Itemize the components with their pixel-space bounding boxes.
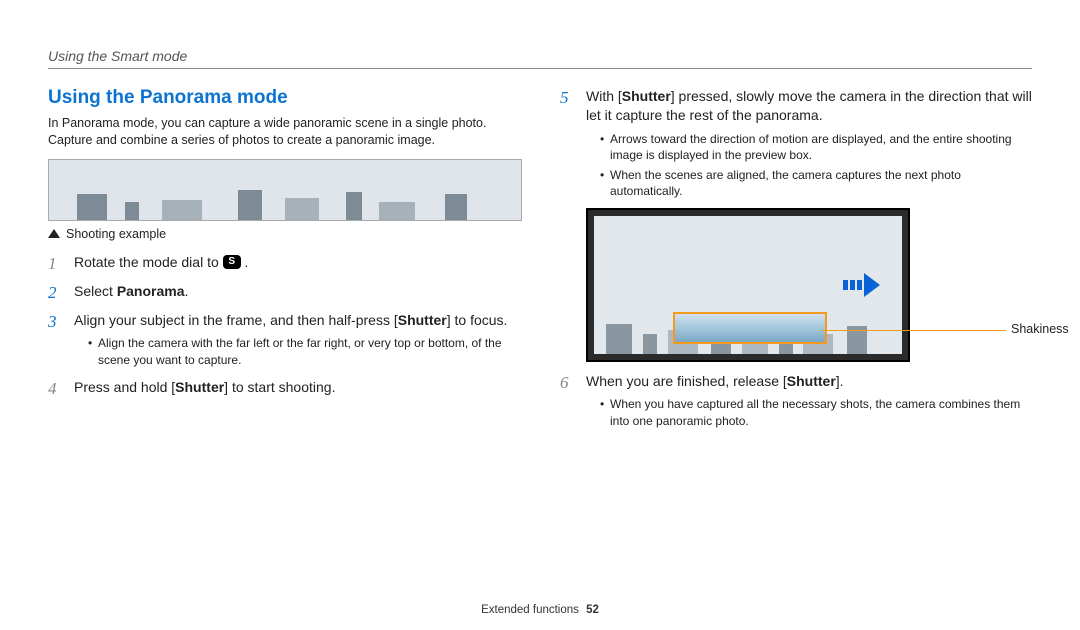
sub-bullet: When the scenes are aligned, the camera … bbox=[600, 167, 1032, 199]
steps-right: 5 With [Shutter] pressed, slowly move th… bbox=[560, 87, 1032, 429]
step-3: 3 Align your subject in the frame, and t… bbox=[48, 311, 520, 368]
caret-up-icon bbox=[48, 229, 60, 238]
step-number: 1 bbox=[48, 253, 57, 276]
skyline bbox=[49, 186, 521, 220]
intro-paragraph: In Panorama mode, you can capture a wide… bbox=[48, 115, 520, 149]
step-text: Press and hold [ bbox=[74, 379, 175, 395]
step-text: With [ bbox=[586, 88, 622, 104]
manual-page: Using the Smart mode Using the Panorama … bbox=[0, 0, 1080, 630]
step-text: Align your subject in the frame, and the… bbox=[74, 312, 398, 328]
step-text: When you are finished, release [ bbox=[586, 373, 787, 389]
step-4: 4 Press and hold [Shutter] to start shoo… bbox=[48, 378, 520, 397]
shakiness-label: Shakiness bbox=[1011, 321, 1069, 338]
left-column: Using the Panorama mode In Panorama mode… bbox=[48, 87, 520, 439]
step-5-sub: Arrows toward the direction of motion ar… bbox=[586, 131, 1032, 200]
right-column: 5 With [Shutter] pressed, slowly move th… bbox=[560, 87, 1032, 439]
step-text: Rotate the mode dial to bbox=[74, 254, 223, 270]
step-text: Select bbox=[74, 283, 117, 299]
camera-preview-figure bbox=[586, 208, 910, 362]
callout-line bbox=[821, 330, 1006, 331]
step-number: 5 bbox=[560, 87, 569, 110]
mode-dial-s-icon: S bbox=[223, 255, 241, 269]
step-number: 4 bbox=[48, 378, 57, 401]
step-6-sub: When you have captured all the necessary… bbox=[586, 396, 1032, 428]
sub-bullet: Align the camera with the far left or th… bbox=[88, 335, 520, 367]
page-footer: Extended functions 52 bbox=[0, 604, 1080, 616]
step-number: 3 bbox=[48, 311, 57, 334]
sub-bullet: When you have captured all the necessary… bbox=[600, 396, 1032, 428]
step-5: 5 With [Shutter] pressed, slowly move th… bbox=[560, 87, 1032, 362]
caption-text: Shooting example bbox=[66, 227, 166, 241]
preview-box bbox=[673, 312, 827, 344]
step-3-sub: Align the camera with the far left or th… bbox=[74, 335, 520, 367]
header-rule bbox=[48, 68, 1032, 69]
page-number: 52 bbox=[586, 604, 599, 616]
figure-caption: Shooting example bbox=[48, 227, 520, 241]
step-2: 2 Select Panorama. bbox=[48, 282, 520, 301]
step-1: 1 Rotate the mode dial to S . bbox=[48, 253, 520, 272]
two-column-layout: Using the Panorama mode In Panorama mode… bbox=[48, 87, 1032, 439]
steps-left: 1 Rotate the mode dial to S . 2 Select P… bbox=[48, 253, 520, 397]
sub-bullet: Arrows toward the direction of motion ar… bbox=[600, 131, 1032, 163]
step-6: 6 When you are finished, release [Shutte… bbox=[560, 372, 1032, 429]
shooting-example-figure bbox=[48, 159, 522, 221]
direction-arrow-icon bbox=[843, 273, 880, 297]
footer-section: Extended functions bbox=[481, 604, 579, 616]
section-title: Using the Panorama mode bbox=[48, 87, 520, 109]
step-number: 2 bbox=[48, 282, 57, 305]
step-number: 6 bbox=[560, 372, 569, 395]
preview-figure-wrap: Shakiness bbox=[586, 208, 1032, 362]
running-head: Using the Smart mode bbox=[48, 48, 1032, 64]
